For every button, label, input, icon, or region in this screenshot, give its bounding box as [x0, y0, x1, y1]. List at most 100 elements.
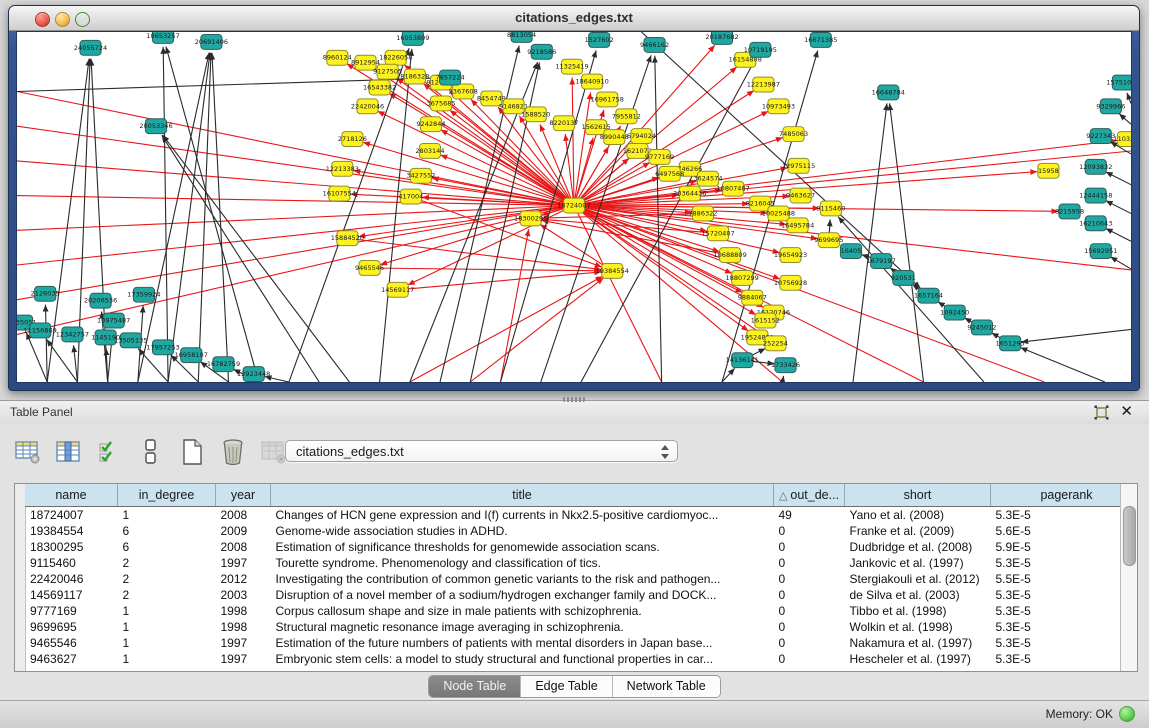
tab-network-table[interactable]: Network Table — [613, 676, 720, 697]
table-cell[interactable]: 2 — [118, 555, 216, 571]
table-cell[interactable]: 0 — [774, 619, 845, 635]
table-cell[interactable]: 1997 — [216, 635, 271, 651]
graph-node[interactable]: 2718126 — [338, 132, 367, 147]
table-settings-icon[interactable] — [14, 438, 42, 466]
table-cell[interactable]: Dudbridge et al. (2008) — [845, 539, 991, 555]
table-cell[interactable]: 2003 — [216, 587, 271, 603]
scrollbar-thumb[interactable] — [1123, 506, 1136, 566]
graph-node[interactable]: 9245012 — [967, 320, 996, 335]
table-row[interactable]: 946554611997Estimation of the future num… — [25, 635, 1121, 651]
graph-node[interactable]: 20691406 — [195, 34, 228, 49]
tab-edge-table[interactable]: Edge Table — [521, 676, 612, 697]
table-row[interactable]: 969969511998Structural magnetic resonanc… — [25, 619, 1121, 635]
table-cell[interactable]: 1998 — [216, 619, 271, 635]
graph-node[interactable]: 12923448 — [237, 367, 270, 382]
table-cell[interactable]: 0 — [774, 571, 845, 587]
table-cell[interactable]: Estimation of the future numbers of pati… — [271, 635, 774, 651]
table-cell[interactable]: 9777169 — [25, 603, 118, 619]
close-panel-icon[interactable]: ✕ — [1120, 403, 1133, 421]
graph-node[interactable]: 19384554 — [596, 264, 629, 279]
table-cell[interactable]: 2008 — [216, 507, 271, 524]
column-header-name[interactable]: name — [25, 484, 118, 507]
table-cell[interactable]: 1 — [118, 507, 216, 524]
table-cell[interactable]: 9465546 — [25, 635, 118, 651]
table-cell[interactable]: Stergiakouli et al. (2012) — [845, 571, 991, 587]
graph-node[interactable]: 20364436 — [673, 186, 706, 201]
graph-node[interactable]: 1651295 — [996, 336, 1025, 351]
graph-node[interactable]: 18640910 — [575, 74, 608, 89]
table-cell[interactable]: 0 — [774, 539, 845, 555]
table-cell[interactable]: de Silva et al. (2003) — [845, 587, 991, 603]
table-cell[interactable]: 1 — [118, 603, 216, 619]
graph-node[interactable]: 9884067 — [738, 290, 767, 305]
graph-node[interactable]: 8990448 — [600, 130, 629, 145]
graph-node[interactable]: 16053809 — [396, 32, 429, 45]
column-select-icon[interactable] — [55, 438, 83, 466]
graph-node[interactable]: 16543382 — [363, 80, 396, 95]
table-cell[interactable]: 6 — [118, 523, 216, 539]
table-cell[interactable]: 1998 — [216, 603, 271, 619]
table-cell[interactable]: 22420046 — [25, 571, 118, 587]
table-row[interactable]: 2242004622012Investigating the contribut… — [25, 571, 1121, 587]
delete-table-icon[interactable] — [219, 438, 247, 466]
table-cell[interactable]: 2012 — [216, 571, 271, 587]
graph-node[interactable]: 9227343 — [1086, 129, 1115, 144]
graph-node[interactable]: 19654923 — [774, 248, 807, 263]
graph-node[interactable]: 7857224 — [436, 70, 465, 85]
table-cell[interactable]: 5.3E-5 — [991, 619, 1122, 635]
table-cell[interactable]: 2 — [118, 587, 216, 603]
table-cell[interactable]: Tibbo et al. (1998) — [845, 603, 991, 619]
graph-node[interactable]: 1103254 — [1113, 132, 1131, 147]
row-height-icon[interactable] — [137, 438, 165, 466]
table-cell[interactable]: Tourette syndrome. Phenomenology and cla… — [271, 555, 774, 571]
table-cell[interactable]: 1 — [118, 651, 216, 667]
table-cell[interactable]: 0 — [774, 523, 845, 539]
table-cell[interactable]: 0 — [774, 635, 845, 651]
graph-node[interactable]: 9242844 — [416, 117, 445, 132]
table-cell[interactable]: 0 — [774, 555, 845, 571]
graph-node[interactable]: 7955812 — [612, 109, 641, 124]
graph-node[interactable]: 1527602 — [585, 32, 614, 47]
network-window[interactable]: citations_edges.txt 18724007896012489129… — [8, 5, 1140, 391]
column-header-out_degree[interactable]: △out_de... — [774, 484, 845, 507]
table-row[interactable]: 1456911722003Disruption of a novel membe… — [25, 587, 1121, 603]
graph-node[interactable]: 10807487 — [717, 181, 750, 196]
table-cell[interactable]: Nakamura et al. (1997) — [845, 635, 991, 651]
graph-node[interactable]: 9127505 — [373, 64, 402, 79]
graph-node[interactable]: 1092450 — [940, 305, 969, 320]
graph-nodes[interactable]: 1872400789601248912954182260589127505165… — [17, 32, 1131, 382]
table-cell[interactable]: 49 — [774, 507, 845, 524]
table-cell[interactable]: Franke et al. (2009) — [845, 523, 991, 539]
window-titlebar[interactable]: citations_edges.txt — [9, 6, 1139, 31]
graph-node[interactable]: 15692951 — [1084, 244, 1117, 259]
graph-node[interactable]: 417004 — [398, 189, 423, 204]
table-cell[interactable]: Changes of HCN gene expression and I(f) … — [271, 507, 774, 524]
graph-node[interactable]: 20187682 — [705, 32, 738, 44]
graph-node[interactable]: 9466162 — [640, 37, 669, 52]
graph-node[interactable]: 12975115 — [782, 158, 815, 173]
float-panel-icon[interactable] — [1094, 405, 1109, 420]
graph-node[interactable]: 15958 — [1038, 163, 1059, 178]
table-cell[interactable]: 5.9E-5 — [991, 539, 1122, 555]
graph-node[interactable]: 2367608 — [449, 84, 478, 99]
splitter-grip-icon[interactable] — [563, 397, 585, 402]
table-cell[interactable]: 18724007 — [25, 507, 118, 524]
table-cell[interactable]: 9699695 — [25, 619, 118, 635]
new-table-icon[interactable] — [178, 438, 206, 466]
graph-node[interactable]: 16210643 — [1079, 216, 1112, 231]
table-row[interactable]: 946362711997Embryonic stem cells: a mode… — [25, 651, 1121, 667]
table-row[interactable]: 1938455462009Genome-wide association stu… — [25, 523, 1121, 539]
table-cell[interactable]: 1 — [118, 635, 216, 651]
graph-node[interactable]: 24055724 — [74, 40, 107, 55]
table-row[interactable]: 911546021997Tourette syndrome. Phenomeno… — [25, 555, 1121, 571]
table-cell[interactable]: 1997 — [216, 555, 271, 571]
graph-node[interactable]: 12213987 — [747, 77, 780, 92]
graph-node[interactable]: 15884520 — [331, 231, 364, 246]
table-cell[interactable]: 19384554 — [25, 523, 118, 539]
graph-node[interactable]: 7485063 — [779, 127, 808, 142]
graph-node[interactable]: 1657164 — [914, 288, 943, 303]
table-cell[interactable]: Genome-wide association studies in ADHD. — [271, 523, 774, 539]
table-scrollbar[interactable] — [1120, 484, 1137, 671]
table-cell[interactable]: 5.6E-5 — [991, 523, 1122, 539]
graph-node[interactable]: 9463627 — [786, 188, 815, 203]
